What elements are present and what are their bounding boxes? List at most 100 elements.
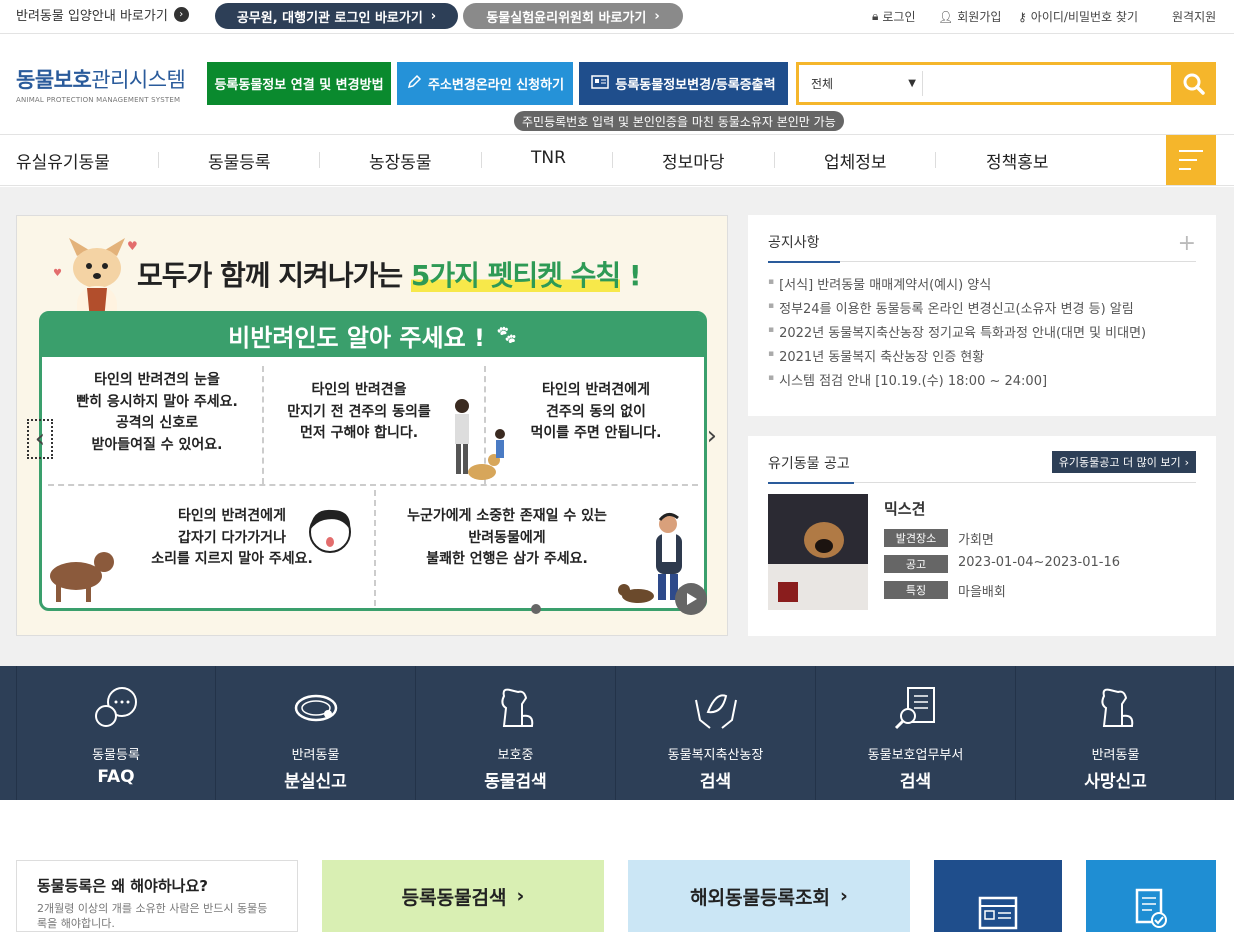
overseas-registration-button[interactable]: 해외동물등록조회 › bbox=[628, 860, 910, 932]
key-icon: ⚷ bbox=[1018, 9, 1027, 24]
menu-line bbox=[1179, 150, 1203, 152]
etiquette-box-heading: 비반려인도 알아 주세요 ! 🐾︎ bbox=[42, 314, 704, 357]
notice-title-underline bbox=[768, 261, 840, 263]
address-change-label: 주소변경온라인 신청하기 bbox=[427, 78, 565, 93]
main-banner-carousel[interactable]: ♥ ♥ 모두가 함께 지켜나가는 5가지 펫티켓 수칙 ! 비반려인도 알아 주… bbox=[16, 215, 728, 636]
notice-item[interactable]: ▪ 2022년 동물복지축산농장 정기교육 특화과정 안내(대면 및 비대면) bbox=[768, 322, 1146, 341]
hands-leaf-icon bbox=[694, 694, 737, 729]
chevron-right-icon: › bbox=[840, 885, 848, 907]
quick-menu: 동물등록 FAQ 반려동물 분실신고 보호중 동물검색 동물복지축산농장 검색 … bbox=[0, 666, 1234, 800]
notice-period-value: 2023-01-04~2023-01-16 bbox=[958, 555, 1120, 570]
notice-item[interactable]: ▪ [서식] 반려동물 매매계약서(예시) 양식 bbox=[768, 274, 991, 293]
registration-link-button[interactable]: 등록동물정보 연결 및 변경방법 bbox=[207, 62, 391, 105]
nav-item-info[interactable]: 정보마당 bbox=[662, 148, 725, 173]
ethics-committee-button[interactable]: 동물실험윤리위원회 바로가기 › bbox=[463, 3, 683, 29]
address-change-button[interactable]: 주소변경온라인 신청하기 bbox=[397, 62, 573, 105]
online-service-tile[interactable] bbox=[934, 860, 1062, 932]
brown-dog-illustration bbox=[50, 552, 114, 602]
registered-animal-search-button[interactable]: 등록동물검색 › bbox=[322, 860, 604, 932]
site-logo[interactable]: 동물보호관리시스템 ANIMAL PROTECTION MANAGEMENT S… bbox=[16, 64, 186, 104]
owner-dog-illustration bbox=[455, 399, 505, 480]
nav-item-lost-animals[interactable]: 유실유기동물 bbox=[16, 148, 110, 173]
why-register-desc: 2개월령 이상의 개를 소유한 사람은 반드시 동물등록을 해야합니다. bbox=[37, 902, 268, 931]
logo-text-bold: 동물보호 bbox=[16, 68, 92, 92]
adopt-guide-link[interactable]: 반려동물 입양안내 바로가기 › bbox=[16, 5, 189, 24]
chevron-right-icon: › bbox=[430, 8, 437, 24]
dog-icon bbox=[1100, 688, 1133, 727]
collar-icon bbox=[294, 694, 337, 722]
etiquette-rule-5: 누군가에게 소중한 존재일 수 있는 반려동물에게 불쾌한 언행은 삼가 주세요… bbox=[407, 508, 607, 568]
search-button[interactable] bbox=[1171, 62, 1216, 105]
cell-divider bbox=[374, 490, 376, 606]
etiquette-rule-2: 타인의 반려견을 만지기 전 견주의 동의를 먼저 구해야 합니다. bbox=[287, 382, 431, 442]
etiquette-rule-3: 타인의 반려견에게 견주의 동의 없이 먹이를 주면 안됩니다. bbox=[530, 382, 662, 442]
quick-faq[interactable]: 동물등록 FAQ bbox=[16, 666, 216, 800]
bullet-icon: ▪ bbox=[768, 301, 775, 311]
more-lost-animals-label: 유기동물공고 더 많이 보기 bbox=[1058, 456, 1181, 469]
found-place-value: 가회면 bbox=[958, 533, 994, 548]
nav-item-tnr[interactable]: TNR bbox=[531, 148, 566, 168]
nav-item-policy[interactable]: 정책홍보 bbox=[986, 148, 1049, 173]
banner-title-highlight: 5가지 펫티켓 수칙 bbox=[410, 259, 621, 292]
carousel-next-button[interactable]: › bbox=[707, 421, 717, 451]
window-icon bbox=[978, 896, 1018, 930]
more-lost-animals-button[interactable]: 유기동물공고 더 많이 보기 › bbox=[1051, 451, 1196, 473]
notice-item[interactable]: ▪ 정부24를 이용한 동물등록 온라인 변경신고(소유자 변경 등) 알림 bbox=[768, 298, 1134, 317]
remote-support-link[interactable]: 원격지원 bbox=[1172, 8, 1216, 25]
remote-support-label: 원격지원 bbox=[1172, 10, 1217, 24]
search-category-select[interactable]: 전체 ▼ bbox=[805, 71, 923, 96]
quick-lost-report[interactable]: 반려동물 분실신고 bbox=[216, 666, 416, 800]
nav-item-registration[interactable]: 동물등록 bbox=[208, 148, 271, 173]
found-place-label: 발견장소 bbox=[884, 529, 948, 547]
woman-face-illustration bbox=[309, 509, 351, 553]
banner-title: 모두가 함께 지켜나가는 5가지 펫티켓 수칙 ! bbox=[137, 254, 642, 294]
notice-item-text: 2021년 동물복지 축산농장 인증 현황 bbox=[779, 350, 985, 365]
main-nav bbox=[0, 134, 1234, 186]
animal-name: 믹스견 bbox=[884, 500, 926, 518]
banner-title-pre: 모두가 함께 지켜나가는 bbox=[137, 259, 403, 292]
quick-faq-small: 동물등록 bbox=[92, 748, 140, 763]
official-login-button[interactable]: 공무원, 대행기관 로그인 바로가기 › bbox=[215, 3, 458, 29]
quick-protected-search-big: 동물검색 bbox=[484, 772, 547, 792]
carousel-prev-button[interactable]: ‹ bbox=[27, 419, 53, 459]
info-change-button[interactable]: 등록동물정보변경/등록증출력 bbox=[579, 62, 788, 105]
find-account-link[interactable]: ⚷ 아이디/비밀번호 찾기 bbox=[1018, 8, 1138, 25]
info-change-label: 등록동물정보변경/등록증출력 bbox=[615, 78, 776, 93]
hamburger-menu-button[interactable] bbox=[1166, 135, 1216, 185]
etiquette-heading-text: 비반려인도 알아 주세요 ! bbox=[228, 324, 485, 352]
carousel-play-button[interactable] bbox=[675, 583, 707, 615]
overseas-registration-label: 해외동물등록조회 bbox=[690, 886, 830, 909]
search-icon bbox=[1183, 73, 1205, 95]
quick-death-report-big: 사망신고 bbox=[1084, 772, 1147, 792]
notice-item[interactable]: ▪ 2021년 동물복지 축산농장 인증 현황 bbox=[768, 346, 984, 365]
quick-lost-report-small: 반려동물 bbox=[291, 748, 340, 763]
quick-protected-search[interactable]: 보호중 동물검색 bbox=[416, 666, 616, 800]
nav-item-farm-animals[interactable]: 농장동물 bbox=[369, 148, 432, 173]
notice-title[interactable]: 공지사항 bbox=[768, 232, 820, 252]
card-icon bbox=[591, 74, 610, 93]
lost-animal-title[interactable]: 유기동물 공고 bbox=[768, 453, 850, 473]
chevron-down-icon: ▼ bbox=[908, 78, 916, 89]
quick-death-report[interactable]: 반려동물 사망신고 bbox=[1016, 666, 1216, 800]
quick-lost-report-big: 분실신고 bbox=[284, 772, 347, 792]
animal-photo[interactable] bbox=[768, 494, 868, 610]
login-link[interactable]: 🔒︎ 로그인 bbox=[872, 8, 916, 25]
play-icon bbox=[687, 593, 697, 605]
chevron-right-icon: › bbox=[516, 885, 525, 907]
document-check-icon bbox=[1135, 888, 1167, 928]
quick-welfare-farm[interactable]: 동물복지축산농장 검색 bbox=[616, 666, 816, 800]
notice-item[interactable]: ▪ 시스템 점검 안내 [10.19.(수) 18:00 ~ 24:00] bbox=[768, 370, 1047, 389]
why-register-box[interactable]: 동물등록은 왜 해야하나요? 2개월령 이상의 개를 소유한 사람은 반드시 동… bbox=[16, 860, 298, 932]
search-input[interactable] bbox=[929, 69, 1165, 98]
carousel-indicator[interactable] bbox=[531, 604, 541, 614]
signup-link[interactable]: 👤︎ 회원가입 bbox=[938, 8, 1001, 25]
svg-text:♥: ♥ bbox=[53, 268, 62, 279]
bullet-icon: ▪ bbox=[768, 277, 775, 287]
document-search-icon bbox=[894, 687, 935, 730]
chevron-right-icon: › bbox=[173, 7, 189, 22]
login-label: 로그인 bbox=[882, 10, 916, 24]
nav-item-business[interactable]: 업체정보 bbox=[824, 148, 887, 173]
plus-icon[interactable]: + bbox=[1178, 231, 1196, 256]
quick-department-search[interactable]: 동물보호업무부서 검색 bbox=[816, 666, 1016, 800]
document-tile[interactable] bbox=[1086, 860, 1216, 932]
